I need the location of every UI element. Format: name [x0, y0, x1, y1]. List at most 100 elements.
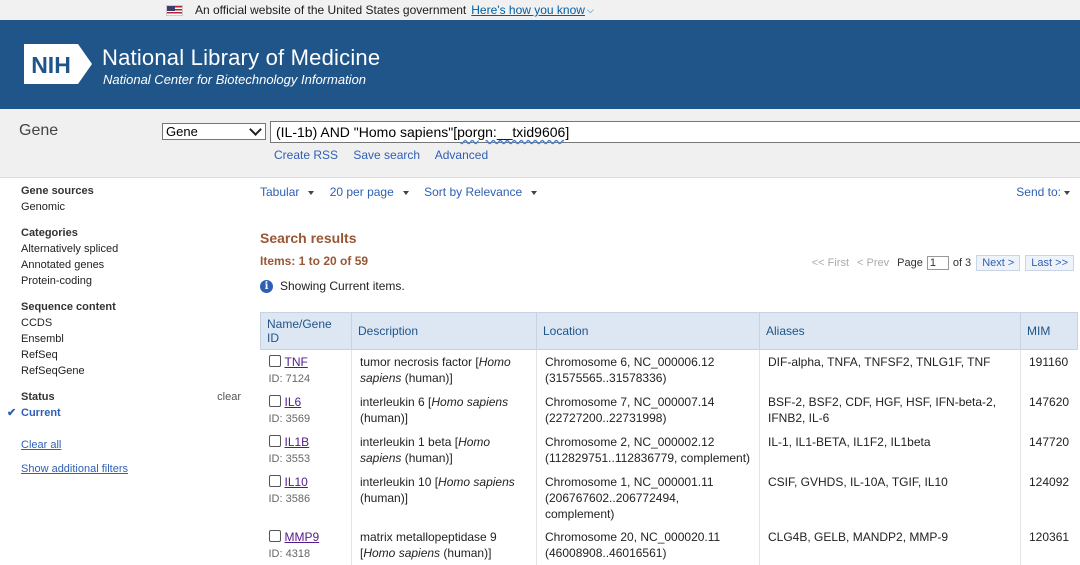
display-settings-toolbar: Tabular 20 per page Sort by Relevance: [260, 185, 549, 199]
table-row: IL6 ID: 3569 interleukin 6 [Homo sapiens…: [260, 390, 1078, 430]
gene-link[interactable]: TNF: [285, 355, 308, 369]
description-text: interleukin 6 [: [360, 395, 432, 409]
save-search-link[interactable]: Save search: [353, 148, 420, 162]
table-header-row: Name/Gene ID Description Location Aliase…: [260, 312, 1078, 350]
filter-ccds[interactable]: CCDS: [21, 315, 241, 331]
description-text: tumor necrosis factor [: [360, 355, 479, 369]
send-to-dropdown[interactable]: Send to:: [1016, 185, 1070, 199]
us-flag-icon: [166, 4, 183, 16]
description-text: (human)]: [401, 371, 453, 385]
aliases-cell: IL-1, IL1-BETA, IL1F2, IL1beta: [759, 430, 1021, 470]
column-header-aliases[interactable]: Aliases: [759, 312, 1021, 350]
filter-refseqgene[interactable]: RefSeqGene: [21, 363, 241, 379]
location-cell: Chromosome 6, NC_000006.12 (31575565..315…: [536, 349, 760, 390]
filter-group-sequence-content: Sequence content CCDS Ensembl RefSeq Ref…: [21, 301, 241, 379]
row-checkbox[interactable]: [268, 530, 281, 542]
gov-banner: An official website of the United States…: [0, 0, 1080, 20]
gene-link[interactable]: IL10: [285, 475, 308, 489]
location-range: (112829751..112836779, complement): [545, 451, 751, 465]
filter-refseq[interactable]: RefSeq: [21, 347, 241, 363]
format-dropdown[interactable]: Tabular: [260, 185, 320, 199]
sort-label: Sort by Relevance: [424, 185, 523, 199]
name-cell: IL10 ID: 3586: [260, 470, 352, 525]
row-checkbox[interactable]: [268, 475, 281, 487]
location-range: (206767602..206772494, complement): [545, 491, 680, 521]
filter-genomic[interactable]: Genomic: [21, 199, 241, 215]
filter-current[interactable]: ✔ Current: [7, 405, 241, 421]
description-cell: interleukin 10 [Homo sapiens (human)]: [351, 470, 537, 525]
search-links: Create RSS Save search Advanced: [274, 148, 500, 162]
create-rss-link[interactable]: Create RSS: [274, 148, 338, 162]
location-cell: Chromosome 7, NC_000007.14 (22727200..227…: [536, 390, 760, 430]
heres-how-you-know-link[interactable]: Here's how you know: [471, 3, 585, 17]
row-checkbox[interactable]: [268, 355, 281, 367]
description-text: (human)]: [440, 546, 492, 560]
filter-protein-coding[interactable]: Protein-coding: [21, 273, 241, 289]
gene-id: ID: 4318: [268, 548, 311, 560]
location-cell: Chromosome 1, NC_000001.11 (206767602..20…: [536, 470, 760, 525]
location-chromosome: Chromosome 20, NC_000020.11: [545, 530, 721, 544]
filter-ensembl[interactable]: Ensembl: [21, 331, 241, 347]
caret-down-icon: [402, 190, 409, 195]
last-page-button[interactable]: Last >>: [1025, 255, 1074, 271]
advanced-search-link[interactable]: Advanced: [435, 148, 488, 162]
description-text: (human)]: [360, 491, 409, 505]
mim-cell: 124092: [1029, 475, 1070, 489]
nih-logo-icon[interactable]: NIH: [24, 44, 92, 84]
description-cell: matrix metallopeptidase 9 [Homo sapiens …: [351, 525, 537, 565]
description-cell: interleukin 1 beta [Homo sapiens (human)…: [351, 430, 537, 470]
row-checkbox[interactable]: [268, 395, 281, 407]
prev-page-link[interactable]: < Prev: [857, 257, 889, 269]
name-cell: IL1B ID: 3553: [260, 430, 352, 470]
gene-link[interactable]: MMP9: [285, 530, 320, 544]
table-row: MMP9 ID: 4318 matrix metallopeptidase 9 …: [260, 525, 1078, 565]
first-page-link[interactable]: << First: [812, 257, 849, 269]
chevron-down-icon: ⌵: [586, 4, 594, 15]
pagination: << First < Prev Page 1 of 3 Next > Last …: [812, 255, 1074, 271]
location-range: (31575565..31578336): [545, 371, 667, 385]
page-number-input[interactable]: 1: [926, 256, 949, 270]
site-header: NIH National Library of Medicine Nationa…: [0, 20, 1080, 109]
description-text: interleukin 10 [: [360, 475, 439, 489]
column-header-name[interactable]: Name/Gene ID: [260, 312, 352, 350]
format-label: Tabular: [260, 185, 300, 199]
search-bar: Gene Gene (IL-1b) AND "Homo sapiens"[por…: [0, 109, 1080, 178]
caret-down-icon: [308, 190, 315, 195]
aliases-cell: CLG4B, GELB, MANDP2, MMP-9: [759, 525, 1021, 565]
filter-sidebar: Gene sources Genomic Categories Alternat…: [7, 185, 241, 475]
organism-name: Homo sapiens: [438, 475, 515, 489]
filter-group-categories: Categories Alternatively spliced Annotat…: [21, 227, 241, 289]
clear-all-link[interactable]: Clear all: [21, 439, 241, 451]
items-count: Items: 1 to 20 of 59: [260, 254, 369, 268]
name-cell: IL6 ID: 3569: [260, 390, 352, 430]
search-input[interactable]: (IL-1b) AND "Homo sapiens"[porgn:__txid9…: [270, 121, 1080, 143]
search-term-field-tag: [porgn:__txid9606]: [453, 124, 570, 140]
gene-link[interactable]: IL6: [285, 395, 302, 409]
show-additional-filters-link[interactable]: Show additional filters: [21, 463, 241, 475]
filter-alternatively-spliced[interactable]: Alternatively spliced: [21, 241, 241, 257]
next-page-button[interactable]: Next >: [976, 255, 1021, 271]
row-checkbox[interactable]: [268, 435, 281, 447]
per-page-dropdown[interactable]: 20 per page: [330, 185, 415, 199]
status-clear-link[interactable]: clear: [217, 391, 241, 405]
column-header-mim[interactable]: MIM: [1020, 312, 1078, 350]
description-text: (human)]: [360, 411, 409, 425]
column-header-location[interactable]: Location: [536, 312, 760, 350]
description-cell: tumor necrosis factor [Homo sapiens (hum…: [351, 349, 537, 390]
checkmark-icon: ✔: [7, 407, 17, 419]
aliases-cell: BSF-2, BSF2, CDF, HGF, HSF, IFN-beta-2, …: [759, 390, 1021, 430]
org-name[interactable]: National Library of Medicine: [102, 45, 380, 71]
description-text: (human)]: [401, 451, 453, 465]
database-select[interactable]: Gene: [162, 123, 266, 140]
gene-id: ID: 3586: [268, 493, 311, 505]
table-row: IL1B ID: 3553 interleukin 1 beta [Homo s…: [260, 430, 1078, 470]
page-total: of 3: [952, 257, 972, 269]
gene-id: ID: 7124: [268, 373, 311, 385]
filter-annotated-genes[interactable]: Annotated genes: [21, 257, 241, 273]
aliases-cell: DIF-alpha, TNFA, TNFSF2, TNLG1F, TNF: [759, 349, 1021, 390]
column-header-description[interactable]: Description: [351, 312, 537, 350]
organism-name: Homo sapiens: [363, 546, 441, 560]
sort-dropdown[interactable]: Sort by Relevance: [424, 185, 543, 199]
filter-group-title: Sequence content: [21, 301, 116, 313]
gene-link[interactable]: IL1B: [285, 435, 310, 449]
